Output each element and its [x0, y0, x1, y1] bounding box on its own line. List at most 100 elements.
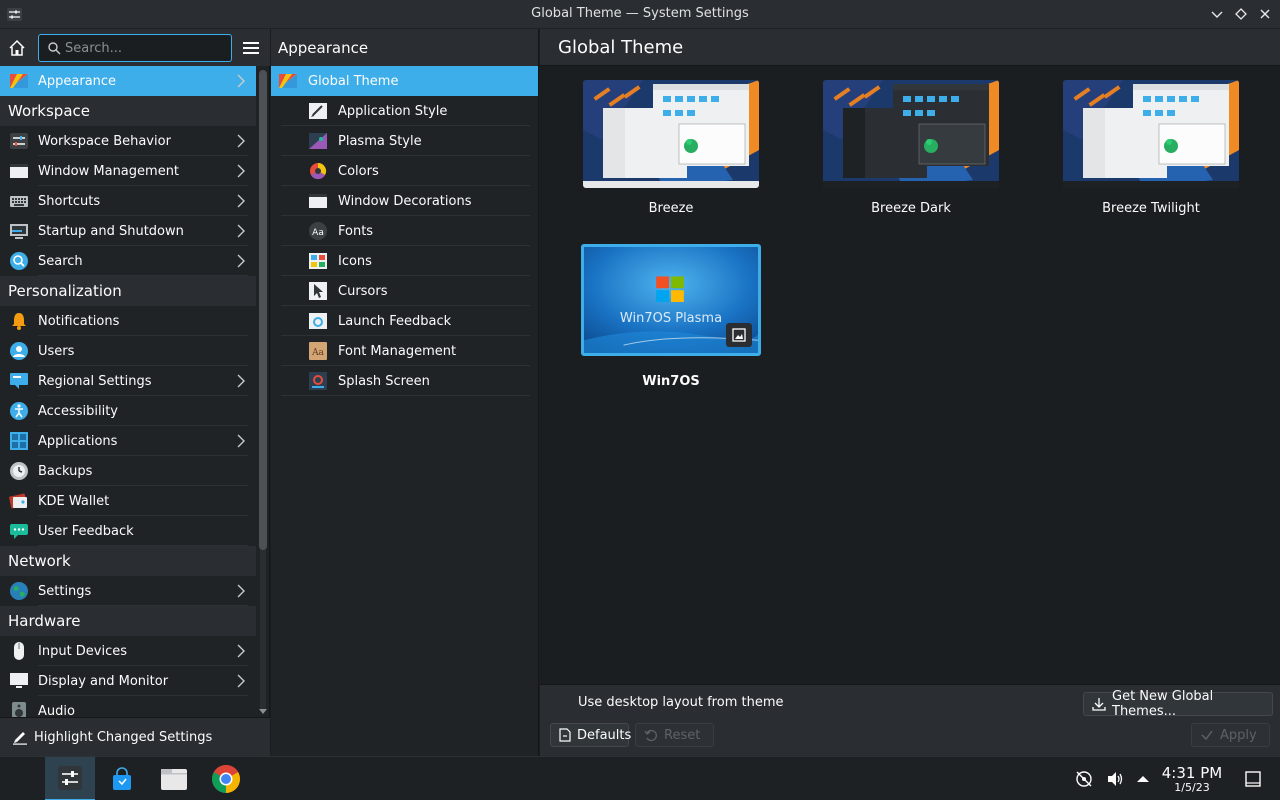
theme-name: Breeze: [648, 201, 694, 216]
volume-tray-icon[interactable]: [1106, 770, 1124, 788]
sidebar-item-notifications[interactable]: Notifications: [0, 306, 256, 336]
subcategory-item-launch-feedback[interactable]: Launch Feedback: [271, 306, 538, 336]
page-footer: Use desktop layout from theme Get New Gl…: [540, 684, 1280, 756]
subcategory-item-fonts[interactable]: Aa Fonts: [271, 216, 538, 246]
speaker-icon: [1108, 772, 1123, 786]
home-icon[interactable]: [8, 39, 26, 57]
apply-button[interactable]: Apply: [1191, 723, 1270, 747]
subcategory-item-window-decorations[interactable]: Window Decorations: [271, 186, 538, 216]
network-icon: [1076, 771, 1092, 787]
audio-icon: [8, 700, 30, 717]
subcategory-item-label: Application Style: [338, 103, 448, 119]
show-desktop-button[interactable]: [1244, 770, 1262, 788]
search-input[interactable]: [65, 38, 225, 58]
subcategory-panel: Appearance Global Theme Application Style…: [271, 29, 539, 756]
sidebar-item-backups[interactable]: Backups: [0, 456, 256, 486]
theme-preview[interactable]: [1063, 80, 1239, 188]
sidebar-item-shortcuts[interactable]: Shortcuts: [0, 186, 256, 216]
use-desktop-layout-checkbox-row[interactable]: Use desktop layout from theme: [552, 695, 783, 710]
close-icon: [1260, 9, 1270, 19]
subcategory-item-font-management[interactable]: Aa Font Management: [271, 336, 538, 366]
taskbar-file-manager[interactable]: [149, 757, 199, 800]
sidebar-item-label: Appearance: [38, 73, 117, 89]
reset-button[interactable]: Reset: [635, 723, 714, 747]
theme-name: Breeze Twilight: [1102, 201, 1200, 216]
use-desktop-layout-checkbox[interactable]: [552, 695, 566, 710]
sidebar-item-label: Input Devices: [38, 643, 128, 659]
fonts-icon: Aa: [308, 221, 328, 241]
subcategory-item-label: Window Decorations: [338, 193, 472, 209]
highlight-changed-settings-button[interactable]: Highlight Changed Settings: [0, 717, 270, 756]
svg-text:Aa: Aa: [312, 228, 324, 238]
minimize-button[interactable]: [1208, 5, 1226, 23]
scroll-down-arrow-icon[interactable]: [259, 707, 267, 715]
chevron-right-icon: [236, 254, 246, 268]
search-field[interactable]: [38, 34, 232, 62]
digital-clock[interactable]: 4:31 PM 1/5/23: [1158, 764, 1226, 794]
sidebar-item-input-devices[interactable]: Input Devices: [0, 636, 256, 666]
network-tray-icon[interactable]: [1075, 770, 1093, 788]
get-new-themes-button[interactable]: Get New Global Themes...: [1083, 689, 1273, 719]
colors-icon: [308, 161, 328, 181]
close-button[interactable]: [1256, 5, 1274, 23]
theme-preview[interactable]: [823, 80, 999, 188]
sidebar-scrollbar[interactable]: [257, 66, 269, 717]
sidebar-item-workspace-behavior[interactable]: Workspace Behavior: [0, 126, 256, 156]
sidebar-item-appearance[interactable]: Appearance: [0, 66, 256, 96]
taskbar-system-settings[interactable]: [45, 757, 95, 800]
taskbar-discover[interactable]: [97, 757, 147, 800]
defaults-label: Defaults: [577, 727, 632, 743]
subcategory-item-plasma-style[interactable]: Plasma Style: [271, 126, 538, 156]
subcategory-item-application-style[interactable]: Application Style: [271, 96, 538, 126]
theme-preview[interactable]: Win7OS Plasma: [581, 244, 761, 356]
scrollbar-thumb[interactable]: [259, 70, 267, 550]
theme-preview[interactable]: [583, 80, 759, 188]
defaults-button[interactable]: Defaults: [550, 723, 632, 747]
shopping-bag-icon: [113, 767, 131, 790]
sidebar-item-audio[interactable]: Audio: [0, 696, 256, 717]
window-decorations-icon: [308, 191, 328, 211]
taskbar-chrome[interactable]: [201, 757, 251, 800]
applications-icon: [8, 430, 30, 452]
sidebar-item-display-and-monitor[interactable]: Display and Monitor: [0, 666, 256, 696]
subcategory-item-splash-screen[interactable]: Splash Screen: [271, 366, 538, 396]
reset-label: Reset: [664, 727, 701, 743]
sidebar-item-regional-settings[interactable]: Regional Settings: [0, 366, 256, 396]
sidebar-item-user-feedback[interactable]: User Feedback: [0, 516, 256, 546]
subcategory-item-colors[interactable]: Colors: [271, 156, 538, 186]
subcategory-item-label: Splash Screen: [338, 373, 430, 389]
category-header: Network: [0, 546, 256, 576]
category-header: Workspace: [0, 96, 256, 126]
preview-button[interactable]: [726, 323, 752, 347]
sidebar-item-applications[interactable]: Applications: [0, 426, 256, 456]
sidebar-item-window-management[interactable]: Window Management: [0, 156, 256, 186]
sidebar-item-kde-wallet[interactable]: KDE Wallet: [0, 486, 256, 516]
highlight-changed-label: Highlight Changed Settings: [34, 729, 213, 745]
window-title: Global Theme — System Settings: [531, 6, 749, 21]
tray-expand-button[interactable]: [1134, 770, 1152, 788]
sidebar-item-settings[interactable]: Settings: [0, 576, 256, 606]
sidebar-item-label: Accessibility: [38, 403, 118, 419]
subcategory-item-global-theme[interactable]: Global Theme: [271, 66, 538, 96]
sidebar-item-users[interactable]: Users: [0, 336, 256, 366]
clock-date: 1/5/23: [1174, 781, 1210, 794]
sidebar-item-search[interactable]: Search: [0, 246, 256, 276]
page-title: Global Theme: [540, 29, 1280, 66]
subcategory-item-label: Icons: [338, 253, 372, 269]
chevron-down-icon: [1211, 11, 1223, 18]
image-preview-icon: [732, 328, 746, 342]
chevron-right-icon: [236, 134, 246, 148]
subcategory-item-label: Global Theme: [308, 73, 399, 89]
sidebar-item-startup-and-shutdown[interactable]: Startup and Shutdown: [0, 216, 256, 246]
maximize-button[interactable]: [1232, 5, 1250, 23]
hamburger-menu-icon[interactable]: [242, 40, 260, 56]
global-theme-page: Global Theme Breeze Breeze Dark Breeze Twi…: [540, 29, 1280, 756]
sidebar-item-accessibility[interactable]: Accessibility: [0, 396, 256, 426]
subcategory-title: Appearance: [271, 29, 538, 66]
subcategory-item-cursors[interactable]: Cursors: [271, 276, 538, 306]
undo-icon: [644, 728, 658, 742]
subcategory-item-label: Font Management: [338, 343, 457, 359]
chrome-icon: [212, 765, 240, 793]
subcategory-item-label: Launch Feedback: [338, 313, 452, 329]
subcategory-item-icons[interactable]: Icons: [271, 246, 538, 276]
